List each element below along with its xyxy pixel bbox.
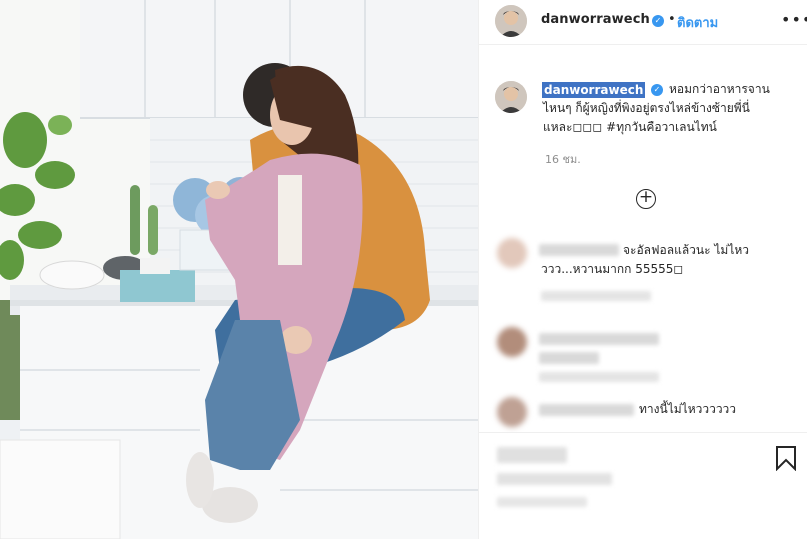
caption-author-avatar[interactable] — [495, 81, 527, 113]
footer-likes-redacted — [497, 473, 612, 485]
follow-button[interactable]: ติดตาม — [677, 12, 718, 33]
comment-1-line-2: ววว...หวานมากก 55555◻ — [541, 262, 684, 276]
post-header: danworrawech ✓ • ติดตาม ••• — [479, 0, 807, 45]
bookmark-icon-shape — [776, 446, 796, 472]
caption-line-2: ไหนๆ ก็ผู้หญิงที่พิงอยู่ตรงไหล่ข้างซ้ายพ… — [543, 101, 750, 115]
header-separator: • — [668, 12, 676, 27]
comment-2-line-redacted — [539, 352, 599, 364]
comment-1-meta-redacted — [541, 291, 651, 301]
verified-badge-icon: ✓ — [652, 15, 664, 27]
comment-2-meta-redacted — [539, 372, 659, 382]
comment-2-avatar[interactable] — [497, 327, 527, 357]
comment-3-username-redacted — [539, 404, 634, 416]
footer-date-redacted — [497, 497, 587, 507]
post-side-panel: danworrawech ✓ • ติดตาม ••• danworrawech… — [478, 0, 807, 539]
bookmark-icon[interactable] — [775, 445, 797, 475]
comment-1-avatar[interactable] — [497, 238, 527, 268]
more-options-icon[interactable]: ••• — [781, 10, 807, 29]
caption-line-3: แหละ◻◻◻ #ทุกวันคือวาเลนไทน์ — [543, 120, 717, 134]
comment-3-avatar[interactable] — [497, 397, 527, 427]
comment-3-line-1: ทางนี้ไม่ไหวววววว — [639, 402, 737, 416]
plus-circle-icon[interactable]: + — [636, 189, 656, 209]
caption-timestamp: 16 ชม. — [545, 153, 581, 166]
author-avatar-image — [495, 5, 527, 37]
footer-actions-redacted — [497, 447, 567, 463]
caption-verified-badge-icon: ✓ — [651, 84, 663, 96]
comment-1-username-redacted — [539, 244, 619, 256]
comment-2-text-redacted — [539, 333, 659, 345]
caption-avatar-image — [495, 81, 527, 113]
caption-username[interactable]: danworrawech — [542, 82, 646, 98]
author-avatar[interactable] — [495, 5, 527, 37]
comment-1-line-1: จะอัลฟอลแล้วนะ ไม่ไหว — [623, 243, 750, 257]
post-photo[interactable] — [0, 0, 478, 539]
photo-illustration — [0, 0, 478, 539]
footer-divider — [479, 432, 807, 433]
author-username[interactable]: danworrawech — [541, 12, 650, 27]
caption-line-1: หอมกว่าอาหารจาน — [669, 82, 770, 96]
